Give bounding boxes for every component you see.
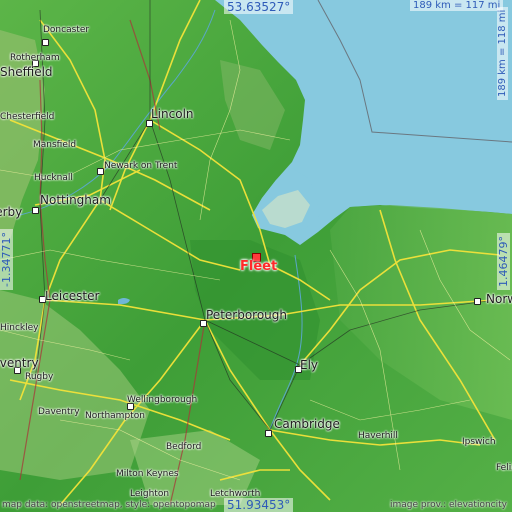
place-label-northampton: Northampton xyxy=(85,411,145,421)
place-label-hucknall: Hucknall xyxy=(34,173,73,183)
horizontal-scale: 189 km = 117 mi xyxy=(410,0,504,11)
place-label-haverhill: Haverhill xyxy=(358,431,398,441)
place-label-hinckley: Hinckley xyxy=(0,323,39,333)
place-dot xyxy=(474,298,481,305)
location-marker-label: Fleet xyxy=(240,259,278,274)
place-label-felixstowe: Felixstowe xyxy=(496,463,512,473)
place-label-derby: Derby xyxy=(0,205,23,219)
place-dot xyxy=(32,207,39,214)
place-label-cambridge: Cambridge xyxy=(274,417,340,431)
place-dot xyxy=(42,39,49,46)
place-dot xyxy=(146,120,153,127)
place-label-sheffield: Sheffield xyxy=(0,65,53,79)
place-label-chesterfield: Chesterfield xyxy=(0,112,55,122)
place-label-mansfield: Mansfield xyxy=(33,140,77,150)
place-label-bedford: Bedford xyxy=(166,442,202,452)
place-label-ely: Ely xyxy=(300,358,319,372)
place-label-doncaster: Doncaster xyxy=(43,25,90,35)
vertical-scale: 189 km = 118 mi xyxy=(497,6,508,100)
attribution-left: map data: openstreetmap, style: opentopo… xyxy=(2,500,216,510)
place-label-lincoln: Lincoln xyxy=(151,107,194,121)
place-label-coventry: Coventry xyxy=(0,356,39,370)
place-label-rugby: Rugby xyxy=(25,372,54,382)
place-label-norwich: Norwich xyxy=(486,292,512,306)
place-label-leicester: Leicester xyxy=(45,289,100,303)
place-dot xyxy=(97,168,104,175)
place-label-wellingborough: Wellingborough xyxy=(127,395,198,405)
south-latitude: 51.93453° xyxy=(224,498,294,512)
place-label-ipswich: Ipswich xyxy=(462,437,496,447)
place-label-daventry: Daventry xyxy=(38,407,80,417)
place-label-newark: Newark on Trent xyxy=(104,161,178,171)
place-label-leighton: Leighton xyxy=(130,489,170,499)
place-label-peterborough: Peterborough xyxy=(206,308,288,322)
place-label-nottingham: Nottingham xyxy=(40,193,111,207)
place-label-milton-keynes: Milton Keynes xyxy=(116,469,179,479)
west-longitude: -1.34771° xyxy=(0,229,13,290)
attribution-right: image prov.: elevationcity xyxy=(390,500,507,510)
north-latitude: 53.63527° xyxy=(224,0,294,14)
place-dot xyxy=(265,430,272,437)
topographic-map[interactable]: Doncaster Rotherham Sheffield Chesterfie… xyxy=(0,0,512,512)
place-label-rotherham: Rotherham xyxy=(10,53,60,63)
east-longitude: 1.46479° xyxy=(497,233,510,290)
